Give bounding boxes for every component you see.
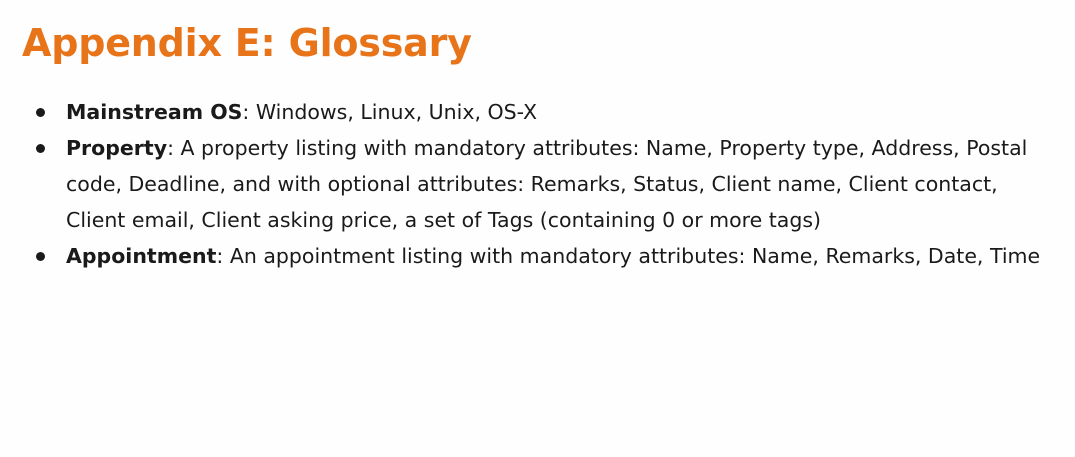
glossary-item-property: Property: A property listing with mandat…: [36, 130, 1056, 238]
glossary-list: Mainstream OS: Windows, Linux, Unix, OS-…: [22, 94, 1056, 274]
glossary-item-appointment: Appointment: An appointment listing with…: [36, 238, 1056, 274]
bullet-icon: [36, 144, 45, 153]
glossary-definition: : Windows, Linux, Unix, OS-X: [242, 100, 538, 124]
bullet-icon: [36, 252, 45, 261]
glossary-item-mainstream-os: Mainstream OS: Windows, Linux, Unix, OS-…: [36, 94, 1056, 130]
glossary-term: Property: [66, 136, 168, 160]
glossary-definition: : An appointment listing with mandatory …: [216, 244, 1041, 268]
page-title: Appendix E: Glossary: [22, 21, 472, 65]
bullet-icon: [36, 108, 45, 117]
glossary-term: Appointment: [66, 244, 217, 268]
document-page: Appendix E: Glossary Mainstream OS: Wind…: [0, 0, 1075, 274]
glossary-definition: : A property listing with mandatory attr…: [66, 136, 1028, 232]
glossary-term: Mainstream OS: [66, 100, 243, 124]
